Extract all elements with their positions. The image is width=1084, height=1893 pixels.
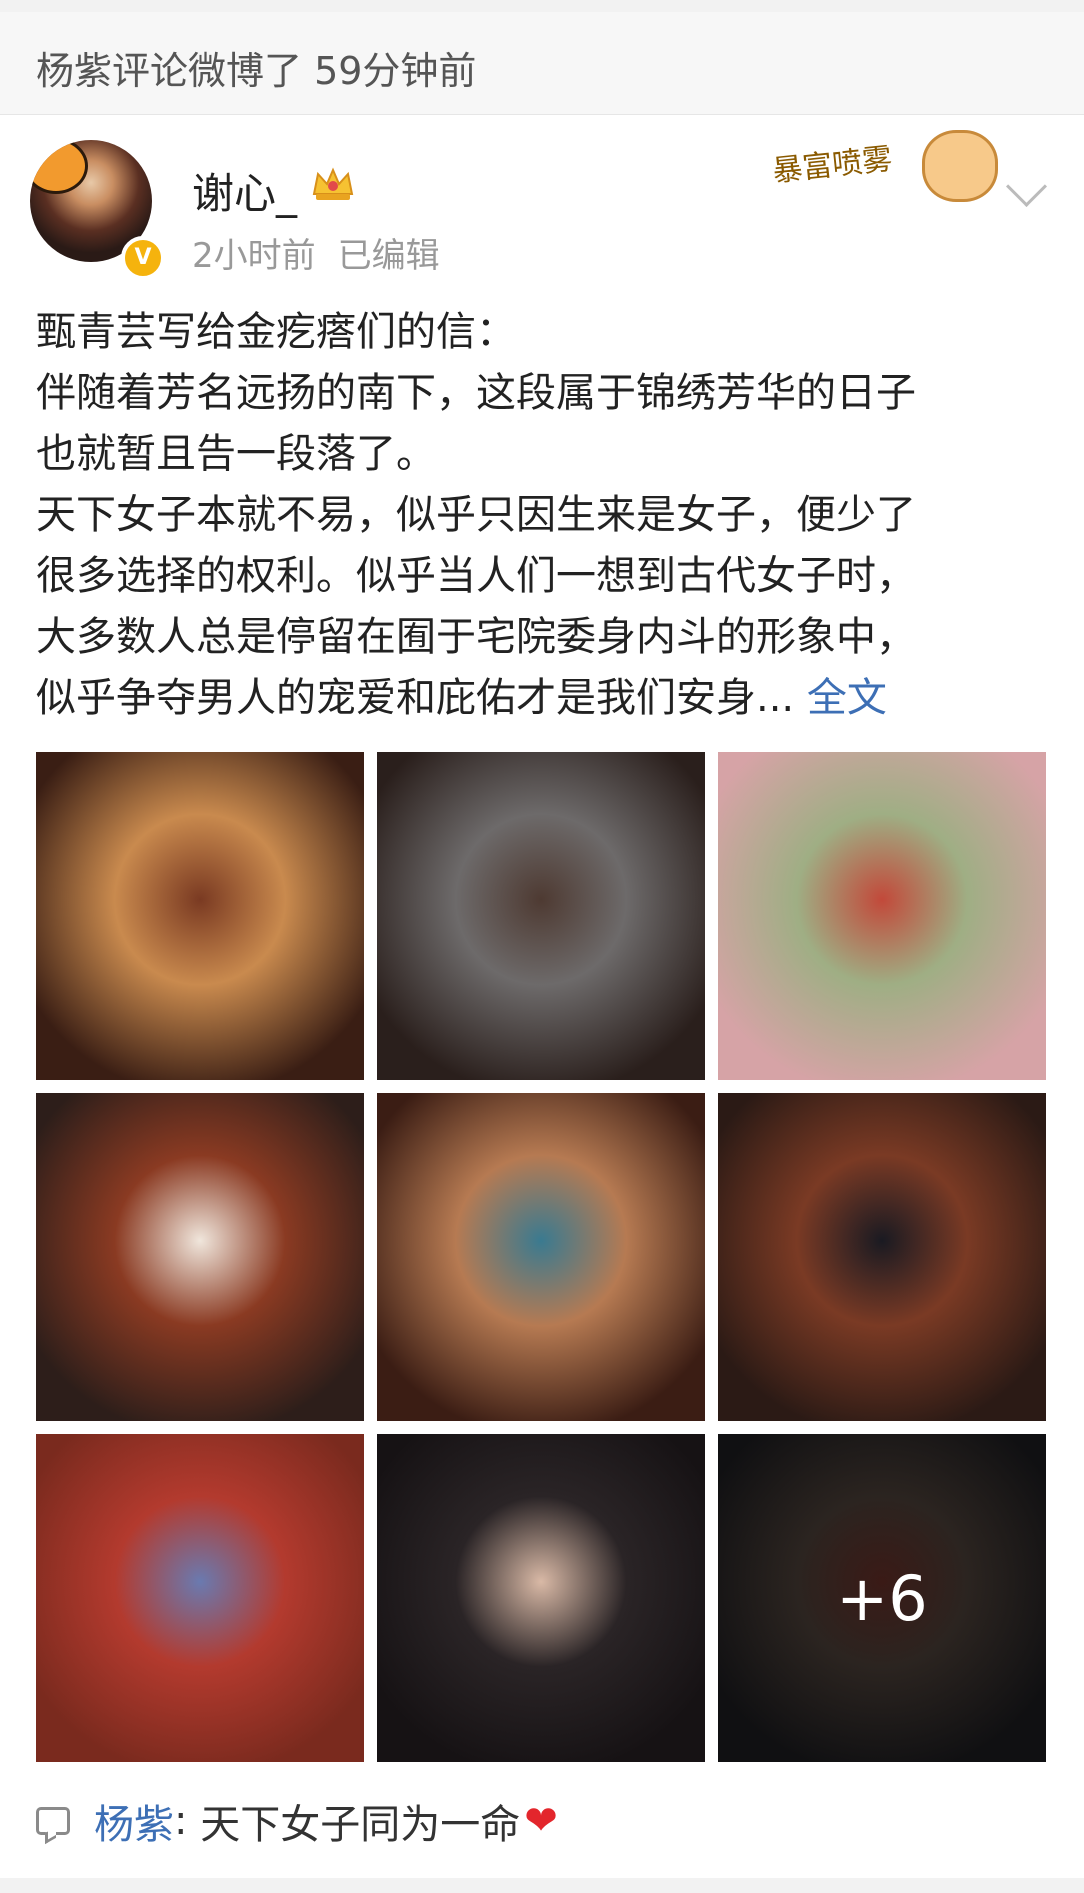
- more-photos-count: +6: [836, 1561, 928, 1635]
- tiger-sticker-icon: [30, 140, 88, 194]
- featured-comment[interactable]: 杨紫: 天下女子同为一命 ❤: [36, 1792, 558, 1850]
- photo-2[interactable]: [377, 752, 705, 1080]
- post-line: 也就暂且告一段落了。: [36, 431, 436, 477]
- comment-notification-bar[interactable]: 杨紫评论微博了 59分钟前: [0, 12, 1084, 115]
- comment-separator: :: [174, 1798, 188, 1844]
- post-line: 很多选择的权利。似乎当人们一想到古代女子时，: [36, 553, 916, 599]
- comment-text: 天下女子同为一命: [200, 1802, 521, 1848]
- sticker-text: 暴富喷雾: [770, 141, 894, 190]
- post-time: 2小时前: [192, 236, 316, 276]
- photo-5[interactable]: [377, 1093, 705, 1421]
- post-body: 甄青芸写给金疙瘩们的信： 伴随着芳名远扬的南下，这段属于锦绣芳华的日子 也就暂且…: [36, 302, 1056, 729]
- photo-1[interactable]: [36, 752, 364, 1080]
- post-line: 伴随着芳名远扬的南下，这段属于锦绣芳华的日子: [36, 370, 916, 416]
- chevron-down-icon[interactable]: [1005, 165, 1048, 208]
- comment-icon: [36, 1807, 70, 1835]
- verified-badge-icon: V: [121, 236, 165, 280]
- photo-9[interactable]: +6: [718, 1434, 1046, 1762]
- post-meta: 2小时前 已编辑: [192, 228, 440, 277]
- post-line: 大多数人总是停留在囿于宅院委身内斗的形象中，: [36, 614, 916, 660]
- status-strip: [0, 0, 1084, 12]
- photo-grid: +6: [36, 752, 1048, 1762]
- post-line-truncated: 似乎争夺男人的宠爱和庇佑才是我们安身...: [36, 675, 795, 721]
- post-line-last: 似乎争夺男人的宠爱和庇佑才是我们安身... 全文: [36, 668, 1056, 729]
- photo-8[interactable]: [377, 1434, 705, 1762]
- photo-4[interactable]: [36, 1093, 364, 1421]
- edited-label[interactable]: 已编辑: [338, 236, 440, 276]
- decoration-sticker[interactable]: 暴富喷雾: [750, 122, 1012, 212]
- cat-icon: [922, 130, 998, 202]
- post-line: 甄青芸写给金疙瘩们的信：: [36, 309, 516, 355]
- bottom-strip: [0, 1878, 1084, 1893]
- author-name[interactable]: 谢心_: [192, 160, 297, 221]
- photo-6[interactable]: [718, 1093, 1046, 1421]
- heart-icon: ❤: [524, 1798, 558, 1844]
- notification-text: 杨紫评论微博了 59分钟前: [36, 49, 477, 93]
- post-line: 天下女子本就不易，似乎只因生来是女子，便少了: [36, 492, 916, 538]
- photo-7[interactable]: [36, 1434, 364, 1762]
- full-text-link[interactable]: 全文: [807, 675, 887, 721]
- photo-3[interactable]: [718, 752, 1046, 1080]
- commenter-name[interactable]: 杨紫: [94, 1792, 174, 1850]
- crown-icon: [312, 167, 354, 200]
